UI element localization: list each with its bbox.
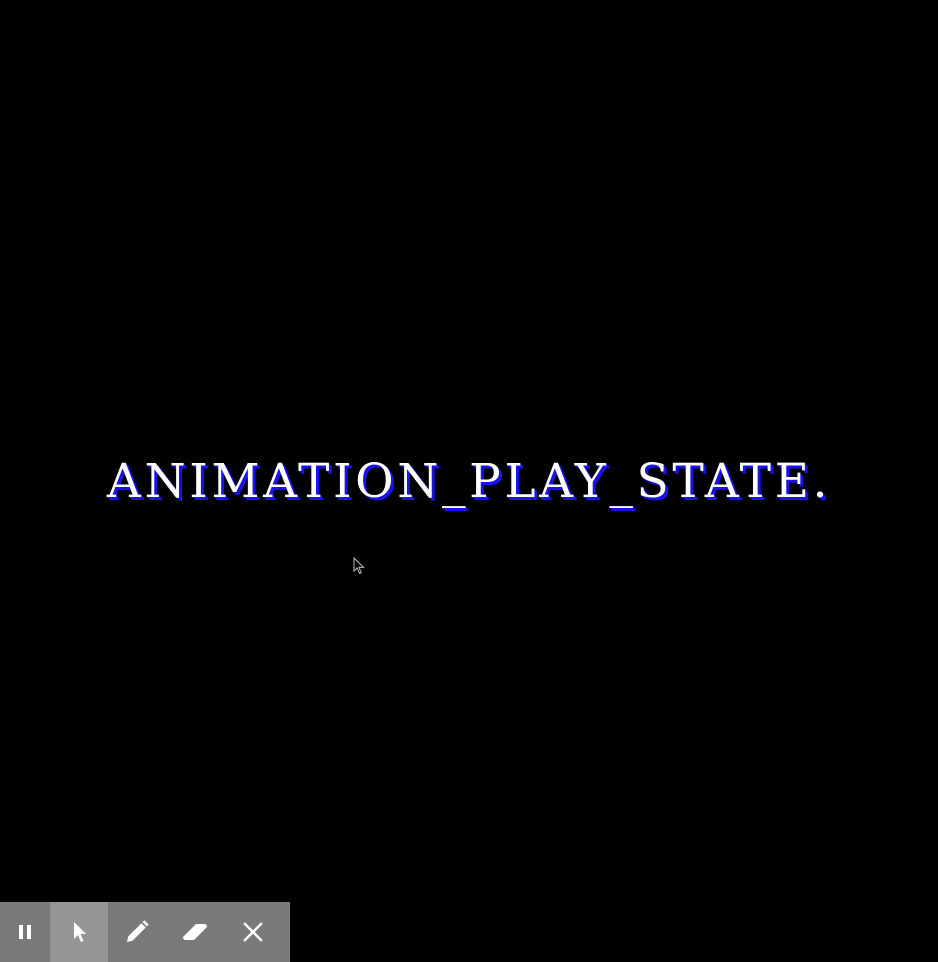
mouse-cursor-icon (353, 557, 365, 575)
pen-icon (127, 920, 149, 942)
close-icon (243, 922, 263, 942)
pointer-tool-button[interactable] (50, 902, 108, 962)
presentation-toolbar (0, 902, 290, 962)
presentation-stage: ANIMATION_PLAY_STATE. (0, 0, 938, 962)
eraser-tool-button[interactable] (166, 902, 224, 962)
pause-button[interactable] (0, 902, 50, 962)
close-button[interactable] (224, 902, 282, 962)
pause-icon (19, 925, 31, 939)
pointer-icon (74, 922, 86, 942)
slide-title: ANIMATION_PLAY_STATE. (106, 454, 832, 509)
eraser-icon (183, 924, 207, 940)
pen-tool-button[interactable] (108, 902, 166, 962)
